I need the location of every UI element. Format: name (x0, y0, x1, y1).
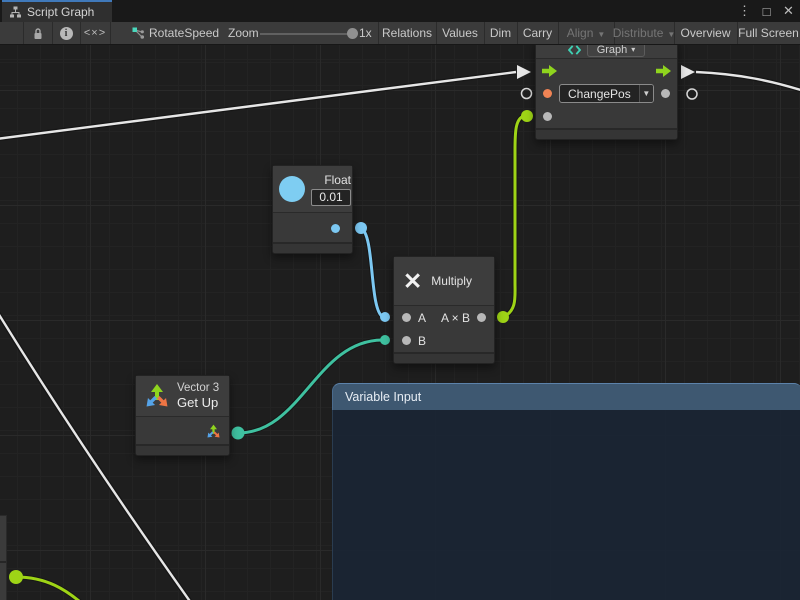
overview-button[interactable]: Overview (674, 22, 737, 44)
offscreen-node-edge[interactable] (0, 515, 7, 600)
code-view-button[interactable]: <×> (80, 22, 110, 44)
flow-output-port[interactable] (656, 65, 671, 77)
wire-lime-result (503, 116, 526, 317)
multiply-b-wire-dot[interactable] (380, 335, 390, 345)
wire-white-in (0, 72, 516, 139)
align-button[interactable]: Align ▼ (558, 22, 614, 44)
node-footer (536, 130, 677, 139)
tab-bar: Script Graph ⋮ □ ✕ (0, 0, 800, 22)
node-footer (394, 354, 494, 363)
port-a-label: A (418, 311, 426, 325)
zoom-value: 1x (359, 22, 372, 44)
script-graph-icon (9, 6, 22, 18)
node-footer (136, 446, 229, 455)
vector-output-wire-dot[interactable] (232, 427, 245, 440)
multiply-result-wire-dot[interactable] (497, 311, 509, 323)
dim-button[interactable]: Dim (484, 22, 517, 44)
zoom-slider[interactable] (260, 33, 352, 35)
port-ring-right[interactable] (687, 89, 697, 99)
variable-dropdown[interactable]: ChangePos ▼ (559, 84, 654, 103)
graph-canvas[interactable]: Graph ▾ ChangePos (0, 45, 800, 600)
value-input-port[interactable] (543, 89, 552, 98)
breadcrumb-caret-icon: ▾ (631, 45, 635, 54)
port-result-label: A × B (441, 311, 470, 325)
inspect-button[interactable]: i (52, 22, 80, 44)
float-output-wire-dot[interactable] (355, 222, 367, 234)
graph-reference-label: RotateSpeed (149, 26, 219, 40)
variable-input-panel-title: Variable Input (345, 390, 421, 404)
variable-input-panel-body (332, 410, 800, 600)
vector3-get-up-node[interactable]: Vector 3 Get Up (135, 375, 230, 456)
carry-button[interactable]: Carry (517, 22, 558, 44)
float-node[interactable]: Float (272, 165, 353, 254)
flow-arrow-out[interactable] (681, 65, 695, 79)
float-value-input[interactable] (311, 189, 351, 206)
graph-asset-icon (132, 27, 144, 39)
full-screen-button[interactable]: Full Screen (737, 22, 800, 44)
lock-button[interactable] (23, 22, 52, 44)
align-dropdown-icon: ▼ (597, 30, 605, 39)
float-type-icon (279, 176, 305, 202)
relations-button[interactable]: Relations (378, 22, 436, 44)
secondary-input-port[interactable] (543, 112, 552, 121)
tab-script-graph[interactable]: Script Graph (2, 0, 112, 22)
dropdown-caret-icon: ▼ (639, 85, 653, 102)
multiply-node-title: Multiply (431, 274, 472, 288)
multiply-node[interactable]: ✕ Multiply A A × B B (393, 256, 495, 364)
bottom-wire-dot[interactable] (9, 570, 23, 584)
float-node-title: Float (324, 173, 351, 187)
window-controls: ⋮ □ ✕ (738, 0, 795, 22)
flow-arrow-in[interactable] (517, 65, 531, 79)
graph-breadcrumb[interactable]: RotateSpeed (132, 22, 219, 44)
multiply-a-port[interactable] (402, 313, 411, 322)
graph-toolbar: i <×> RotateSpeed Zoom 1x (0, 22, 800, 45)
wire-lime-bottom (16, 577, 86, 600)
float-output-port[interactable] (331, 224, 340, 233)
graph-breadcrumb-button[interactable]: Graph ▾ (587, 45, 646, 57)
multiply-icon: ✕ (403, 270, 422, 293)
zoom-label: Zoom (228, 22, 259, 44)
nested-graph-icon (568, 45, 581, 55)
vector-node-type: Vector 3 (177, 382, 219, 394)
close-icon[interactable]: ✕ (782, 3, 795, 19)
value-output-port[interactable] (661, 89, 670, 98)
values-button[interactable]: Values (436, 22, 484, 44)
port-b-label: B (418, 334, 426, 348)
vector-output-port[interactable] (206, 424, 221, 439)
variable-input-panel[interactable]: Variable Input (332, 383, 800, 600)
multiply-a-wire-dot[interactable] (380, 312, 390, 322)
wire-white-out (696, 72, 800, 91)
code-icon: <×> (84, 27, 106, 39)
zoom-slider-knob[interactable] (347, 28, 358, 39)
graph-unit-node[interactable]: Graph ▾ ChangePos (535, 45, 678, 140)
graph-node-input-wire-dot[interactable] (521, 110, 533, 122)
script-graph-window: Script Graph ⋮ □ ✕ i <×> (0, 0, 800, 600)
variable-input-panel-header[interactable]: Variable Input (332, 383, 800, 410)
lock-icon (32, 27, 44, 40)
node-footer (273, 244, 352, 253)
multiply-b-port[interactable] (402, 336, 411, 345)
tab-title: Script Graph (27, 5, 94, 19)
window-menu-icon[interactable]: ⋮ (738, 3, 751, 19)
flow-input-port[interactable] (542, 65, 557, 77)
maximize-icon[interactable]: □ (760, 4, 773, 19)
wire-white-diagonal (0, 313, 194, 600)
distribute-button[interactable]: Distribute ▼ (614, 22, 674, 44)
node-divider (0, 561, 6, 563)
info-icon: i (60, 27, 73, 40)
vector-node-title: Get Up (177, 395, 219, 410)
vector3-icon (144, 383, 170, 409)
multiply-result-port[interactable] (477, 313, 486, 322)
port-ring-left[interactable] (522, 89, 532, 99)
wire-blue-float (361, 228, 383, 317)
